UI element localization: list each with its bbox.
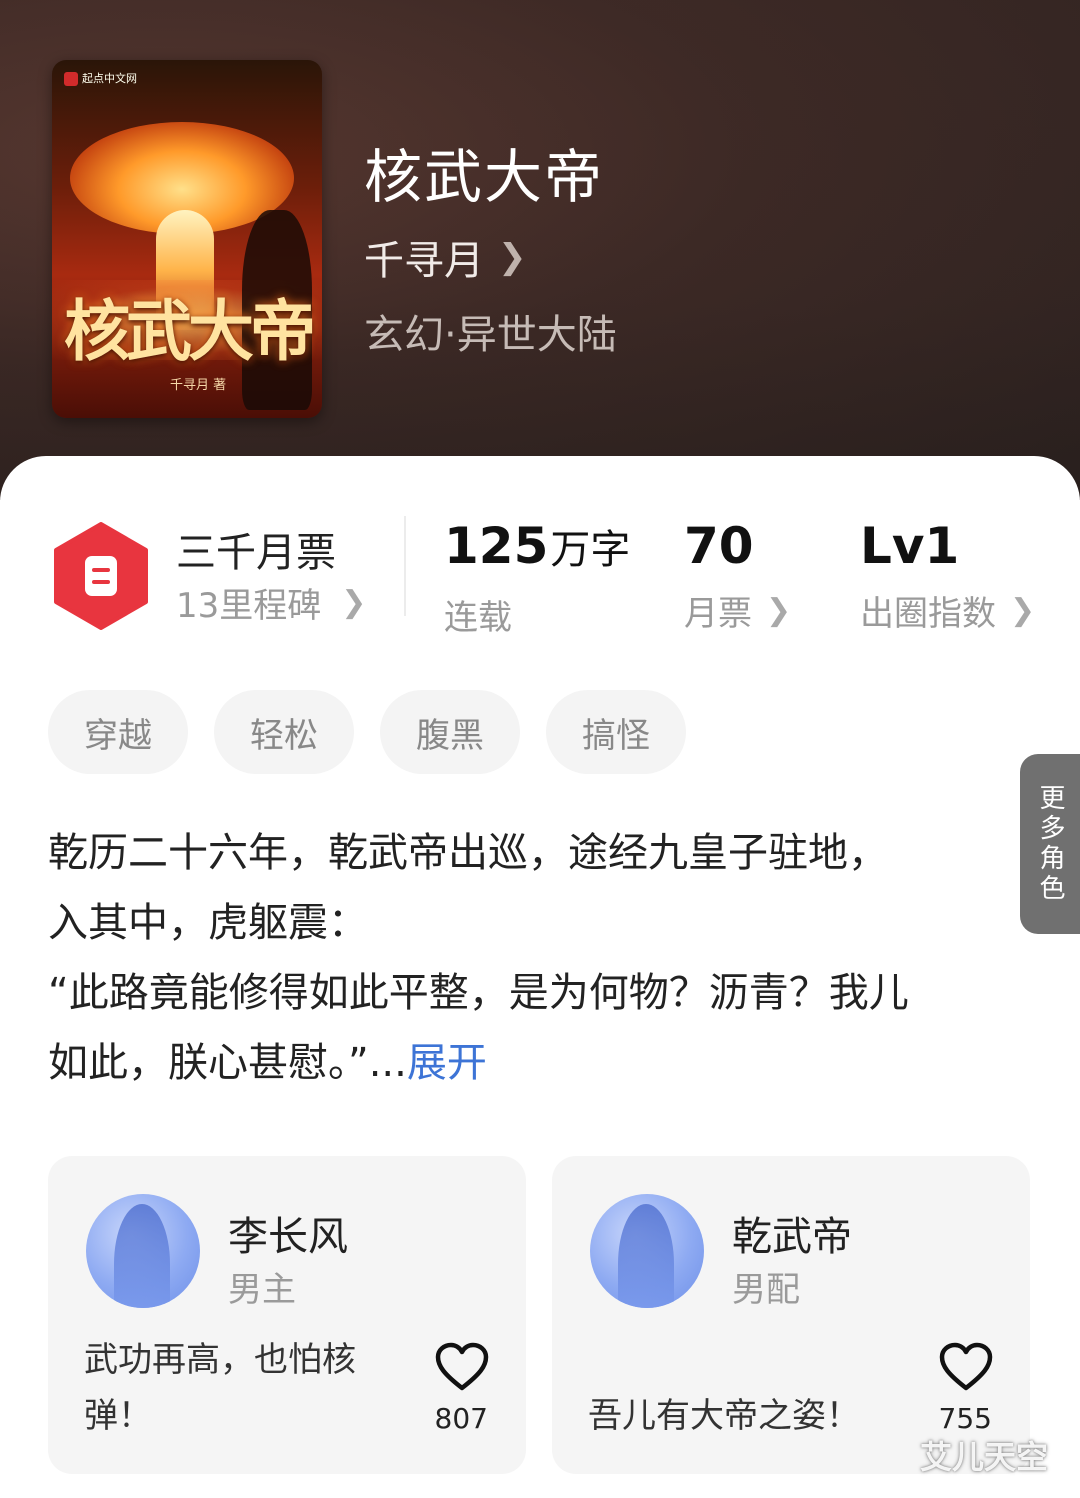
- chevron-right-icon: ❯: [498, 237, 527, 277]
- serial-status: 连载: [444, 598, 512, 638]
- popularity-label: 出圈指数: [860, 594, 996, 634]
- book-genre: 玄幻·异世大陆: [364, 312, 617, 358]
- monthly-votes-value: 70: [684, 517, 754, 575]
- stat-divider: [404, 516, 406, 616]
- character-name: 乾武帝: [732, 1214, 852, 1260]
- tag-chip[interactable]: 腹黑: [380, 690, 520, 774]
- cover-author: 千寻月 著: [170, 378, 227, 393]
- publisher-name: 起点中文网: [82, 72, 137, 85]
- tag-chip[interactable]: 轻松: [214, 690, 354, 774]
- description-line: 如此，朕心甚慰。”...: [48, 1040, 407, 1086]
- more-roles-tab[interactable]: 更多角色: [1020, 754, 1080, 934]
- milestone-label: 13里程碑: [176, 586, 322, 626]
- author-name: 千寻月: [364, 238, 484, 284]
- word-count-unit: 万字: [550, 527, 631, 573]
- character-avatar: [590, 1194, 704, 1308]
- character-card[interactable]: 乾武帝 男配 吾儿有大帝之姿！ 755: [552, 1156, 1030, 1474]
- ticket-title: 三千月票: [176, 530, 336, 576]
- description-line: “此路竟能修得如此平整，是为何物？沥青？我儿: [48, 970, 909, 1016]
- chevron-right-icon: ❯: [766, 593, 792, 628]
- character-avatar: [86, 1194, 200, 1308]
- watermark: 艾儿天空: [920, 1438, 1049, 1476]
- heart-icon[interactable]: [938, 1342, 994, 1392]
- milestone-link[interactable]: 13里程碑 ❯: [176, 578, 366, 627]
- description-line: 乾历二十六年，乾武帝出巡，途经九皇子驻地，: [48, 830, 888, 876]
- popularity-value: Lv1: [860, 517, 960, 575]
- popularity-stat[interactable]: Lv1 出圈指数 ❯: [860, 514, 1035, 635]
- author-link[interactable]: 千寻月 ❯: [364, 228, 527, 286]
- book-cover[interactable]: 起点中文网 核武大帝 千寻月 著: [52, 60, 322, 418]
- character-quote: 吾儿有大帝之姿！: [588, 1396, 860, 1436]
- like-count: 755: [938, 1402, 992, 1435]
- heart-icon[interactable]: [434, 1342, 490, 1392]
- cover-title: 核武大帝: [64, 292, 316, 370]
- character-name: 李长风: [228, 1214, 348, 1260]
- word-count-value: 125: [444, 517, 549, 575]
- monthly-ticket-icon: [52, 522, 150, 630]
- publisher-badge: 起点中文网: [64, 70, 137, 86]
- avatar-silhouette: [114, 1204, 170, 1308]
- publisher-logo-icon: [64, 72, 78, 86]
- word-count-stat: 125 万字 连载: [444, 514, 630, 639]
- character-card[interactable]: 李长风 男主 武功再高，也怕核弹！ 807: [48, 1156, 526, 1474]
- monthly-votes-label: 月票: [684, 594, 752, 634]
- chevron-right-icon: ❯: [341, 585, 367, 620]
- description-line: 入其中，虎躯震：: [48, 900, 368, 946]
- monthly-votes-stat[interactable]: 70 月票 ❯: [684, 514, 791, 635]
- tag-chip[interactable]: 穿越: [48, 690, 188, 774]
- tag-chip[interactable]: 搞怪: [546, 690, 686, 774]
- expand-link[interactable]: 展开: [407, 1040, 487, 1086]
- character-quote: 武功再高，也怕核弹！: [84, 1340, 356, 1436]
- character-role: 男配: [732, 1270, 800, 1310]
- tag-list: 穿越 轻松 腹黑 搞怪: [48, 690, 686, 774]
- book-info-panel: 三千月票 13里程碑 ❯ 125 万字 连载 70 月票 ❯ Lv1 出圈指数 ❯ 穿…: [0, 456, 1080, 1498]
- book-description: 乾历二十六年，乾武帝出巡，途经九皇子驻地， 入其中，虎躯震： “此路竟能修得如此…: [48, 818, 1038, 1098]
- book-title: 核武大帝: [364, 143, 605, 211]
- chevron-right-icon: ❯: [1010, 593, 1036, 628]
- like-count: 807: [434, 1402, 488, 1435]
- avatar-silhouette: [618, 1204, 674, 1308]
- character-role: 男主: [228, 1270, 296, 1310]
